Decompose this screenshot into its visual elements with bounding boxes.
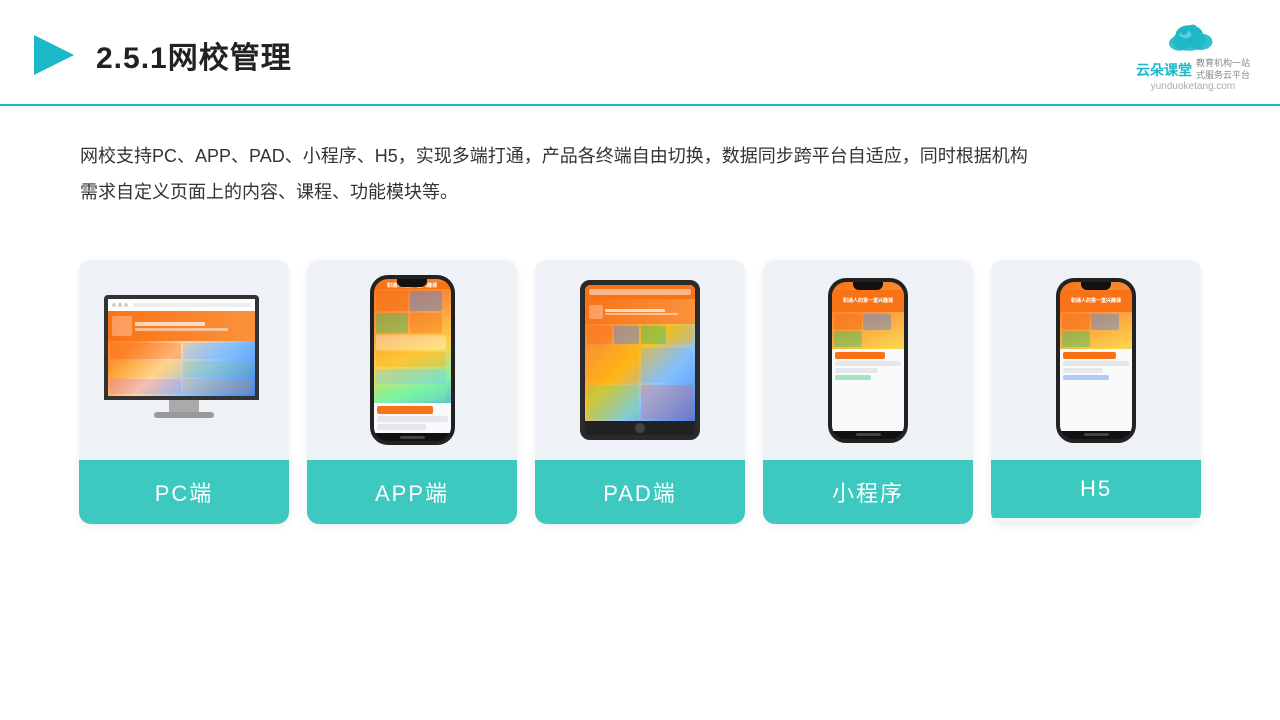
card-h5-label: H5 [991,460,1201,518]
description-text: 网校支持PC、APP、PAD、小程序、H5，实现多端打通，产品各终端自由切换，数… [80,146,1028,202]
logo-name: 云朵课堂 教育机构一站 式服务云平台 yunduoketang.com [1136,58,1250,92]
card-pc-image [79,260,289,460]
play-icon [30,31,78,79]
header-left: 2.5.1网校管理 [30,31,292,79]
card-miniprogram-label: 小程序 [763,460,973,524]
card-pc: PC端 [79,260,289,524]
cards-container: PC端 职通人的第一堂兴趣课 [0,240,1280,554]
card-pc-label: PC端 [79,460,289,524]
logo-brand: 云朵课堂 [1136,60,1192,80]
logo-icon [1163,18,1223,58]
phone-miniprogram-mockup: 职通人的第一堂兴趣课 [828,278,908,443]
logo-tagline: 教育机构一站 [1196,58,1250,70]
phone-app-mockup: 职通人的第一堂兴趣课 [370,275,455,445]
card-h5-image: 职通人的第一堂兴趣课 [991,260,1201,460]
logo-tagline2: 式服务云平台 [1196,70,1250,82]
card-pad-image [535,260,745,460]
card-app-label: APP端 [307,460,517,524]
phone-h5-mockup: 职通人的第一堂兴趣课 [1056,278,1136,443]
card-pad: PAD端 [535,260,745,524]
card-miniprogram: 职通人的第一堂兴趣课 [763,260,973,524]
card-pad-label: PAD端 [535,460,745,524]
description: 网校支持PC、APP、PAD、小程序、H5，实现多端打通，产品各终端自由切换，数… [0,106,1280,230]
logo-area: 云朵课堂 教育机构一站 式服务云平台 yunduoketang.com [1136,18,1250,92]
tablet-mockup [580,280,700,440]
card-miniprogram-image: 职通人的第一堂兴趣课 [763,260,973,460]
card-app-image: 职通人的第一堂兴趣课 [307,260,517,460]
logo-url: yunduoketang.com [1136,81,1250,92]
card-app: 职通人的第一堂兴趣课 [307,260,517,524]
header: 2.5.1网校管理 云朵课堂 教育机构一站 式服务云平台 yunduoket [0,0,1280,106]
monitor-mockup [104,295,264,425]
page-title: 2.5.1网校管理 [96,33,292,77]
card-h5: 职通人的第一堂兴趣课 [991,260,1201,524]
